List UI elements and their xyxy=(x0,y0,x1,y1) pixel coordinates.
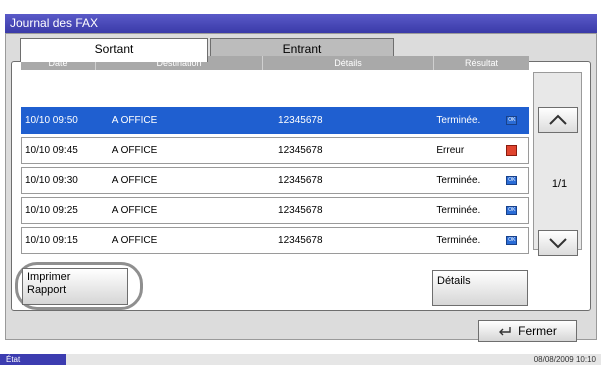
fax-log-screen: Journal des FAX Sortant Entrant Date Des… xyxy=(0,0,601,365)
header-result: Résultat xyxy=(464,58,499,68)
fax-ok-icon: OK xyxy=(506,206,518,215)
cell-destination: A OFFICE xyxy=(111,235,158,246)
cell-details: 12345678 xyxy=(278,145,323,156)
cell-date: 10/10 09:45 xyxy=(25,145,78,156)
cell-result: Terminée. OK xyxy=(433,108,528,133)
result-text: Terminée. xyxy=(436,205,481,216)
tab-sortant[interactable]: Sortant xyxy=(20,38,208,62)
cell-date: 10/10 09:50 xyxy=(25,115,78,126)
table-row[interactable]: 10/10 09:15 A OFFICE 12345678 Terminée. … xyxy=(21,227,529,254)
cell-result: Terminée. OK xyxy=(433,198,528,223)
close-button[interactable]: Fermer xyxy=(478,320,577,342)
chevron-down-icon xyxy=(549,238,567,249)
fax-ok-icon: OK xyxy=(506,176,518,185)
cell-date: 10/10 09:25 xyxy=(25,205,78,216)
status-datetime: 08/08/2009 10:10 xyxy=(533,355,596,364)
close-button-label: Fermer xyxy=(518,324,557,338)
table-row[interactable]: 10/10 09:50 A OFFICE 12345678 Terminée. … xyxy=(21,107,529,134)
cell-date: 10/10 09:15 xyxy=(25,235,78,246)
cell-destination: A OFFICE xyxy=(111,145,158,156)
print-report-label-line2: Rapport xyxy=(27,284,67,296)
cell-date: 10/10 09:30 xyxy=(25,175,78,186)
details-button[interactable]: Détails xyxy=(432,270,528,306)
scroll-up-button[interactable] xyxy=(538,107,578,133)
cell-destination: A OFFICE xyxy=(111,205,158,216)
scroll-down-button[interactable] xyxy=(538,230,578,256)
print-report-label-line1: Imprimer xyxy=(27,271,71,283)
table-row[interactable]: 10/10 09:25 A OFFICE 12345678 Terminée. … xyxy=(21,197,529,224)
cell-details: 12345678 xyxy=(278,205,323,216)
header-details: Détails xyxy=(263,56,434,70)
cell-details: 12345678 xyxy=(278,175,323,186)
cell-details: 12345678 xyxy=(278,235,323,246)
cell-result: Erreur xyxy=(433,138,528,163)
cell-details: 12345678 xyxy=(278,115,323,126)
chevron-up-icon xyxy=(549,114,567,125)
result-text: Terminée. xyxy=(436,235,481,246)
result-text: Terminée. xyxy=(436,115,481,126)
status-label: État xyxy=(0,354,66,365)
fax-error-icon xyxy=(506,145,518,156)
fax-ok-icon: OK xyxy=(506,116,518,125)
result-text: Erreur xyxy=(436,145,465,156)
print-report-button[interactable]: Imprimer Rapport xyxy=(22,268,128,305)
cell-destination: A OFFICE xyxy=(111,115,158,126)
table-row[interactable]: 10/10 09:30 A OFFICE 12345678 Terminée. … xyxy=(21,167,529,194)
result-text: Terminée. xyxy=(436,175,481,186)
table-row[interactable]: 10/10 09:45 A OFFICE 12345678 Erreur xyxy=(21,137,529,164)
return-arrow-icon xyxy=(499,327,511,336)
fax-ok-icon: OK xyxy=(506,236,518,245)
cell-result: Terminée. OK xyxy=(433,168,528,193)
scroll-panel xyxy=(533,72,582,256)
status-bar: État 08/08/2009 10:10 xyxy=(0,354,601,365)
page-indicator: 1/1 xyxy=(551,178,568,190)
cell-destination: A OFFICE xyxy=(111,175,158,186)
cell-result: Terminée. OK xyxy=(433,228,528,253)
window-title: Journal des FAX xyxy=(5,14,597,33)
